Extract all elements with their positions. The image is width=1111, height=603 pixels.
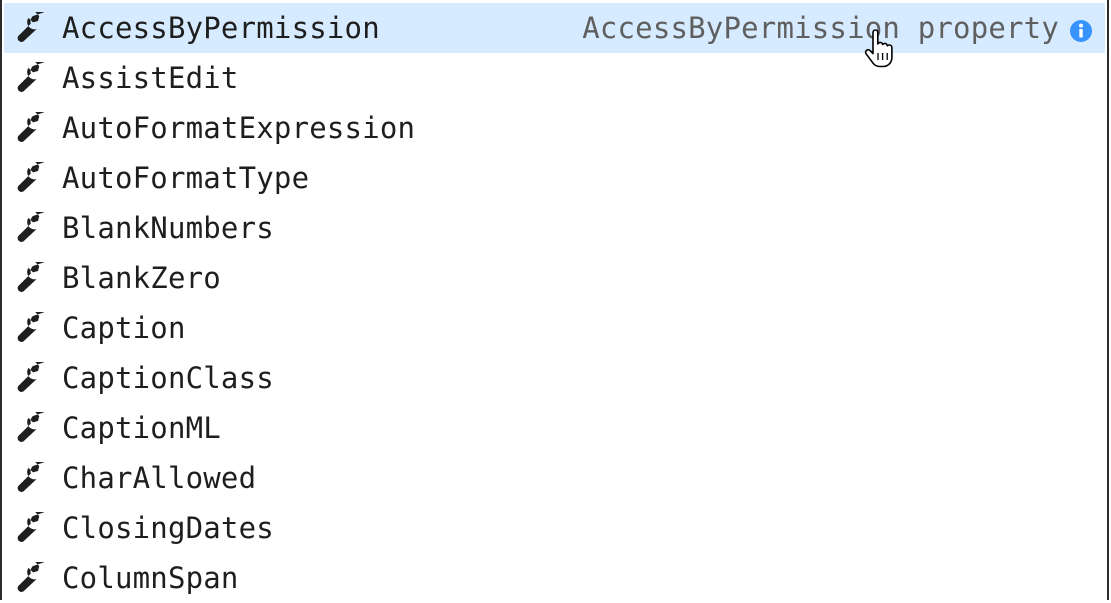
suggestion-item-autoformatexpression[interactable]: AutoFormatExpression	[4, 103, 1105, 153]
wrench-icon	[14, 212, 52, 244]
suggestion-item-caption[interactable]: Caption	[4, 303, 1105, 353]
wrench-icon	[14, 362, 52, 394]
suggestion-item-accessbypermission[interactable]: AccessByPermission AccessByPermission pr…	[4, 3, 1105, 53]
wrench-icon	[14, 512, 52, 544]
suggestion-detail: AccessByPermission property	[582, 11, 1059, 45]
wrench-icon	[14, 162, 52, 194]
suggestion-item-assistedit[interactable]: AssistEdit	[4, 53, 1105, 103]
wrench-icon	[14, 412, 52, 444]
suggestion-label: ColumnSpan	[62, 561, 239, 595]
suggestion-label: AssistEdit	[62, 61, 239, 95]
suggestion-item-columnspan[interactable]: ColumnSpan	[4, 553, 1105, 603]
wrench-icon	[14, 562, 52, 594]
suggestion-label: AutoFormatType	[62, 161, 310, 195]
suggestion-label: CharAllowed	[62, 461, 257, 495]
suggestion-item-captionml[interactable]: CaptionML	[4, 403, 1105, 453]
suggestion-label: CaptionML	[62, 411, 221, 445]
suggestion-item-charallowed[interactable]: CharAllowed	[4, 453, 1105, 503]
suggestion-item-captionclass[interactable]: CaptionClass	[4, 353, 1105, 403]
suggestion-item-blankzero[interactable]: BlankZero	[4, 253, 1105, 303]
wrench-icon	[14, 312, 52, 344]
suggestion-label: BlankZero	[62, 261, 221, 295]
wrench-icon	[14, 12, 52, 44]
wrench-icon	[14, 112, 52, 144]
wrench-icon	[14, 62, 52, 94]
wrench-icon	[14, 262, 52, 294]
suggestion-label: CaptionClass	[62, 361, 274, 395]
suggestion-item-autoformattype[interactable]: AutoFormatType	[4, 153, 1105, 203]
wrench-icon	[14, 462, 52, 494]
suggest-widget: AccessByPermission AccessByPermission pr…	[0, 0, 1109, 600]
suggestion-label: Caption	[62, 311, 186, 345]
suggestion-label: ClosingDates	[62, 511, 274, 545]
suggestion-label: AccessByPermission	[62, 11, 380, 45]
suggestion-label: BlankNumbers	[62, 211, 274, 245]
suggestion-label: AutoFormatExpression	[62, 111, 416, 145]
suggestion-item-closingdates[interactable]: ClosingDates	[4, 503, 1105, 553]
info-icon[interactable]	[1069, 16, 1093, 42]
suggestion-item-blanknumbers[interactable]: BlankNumbers	[4, 203, 1105, 253]
